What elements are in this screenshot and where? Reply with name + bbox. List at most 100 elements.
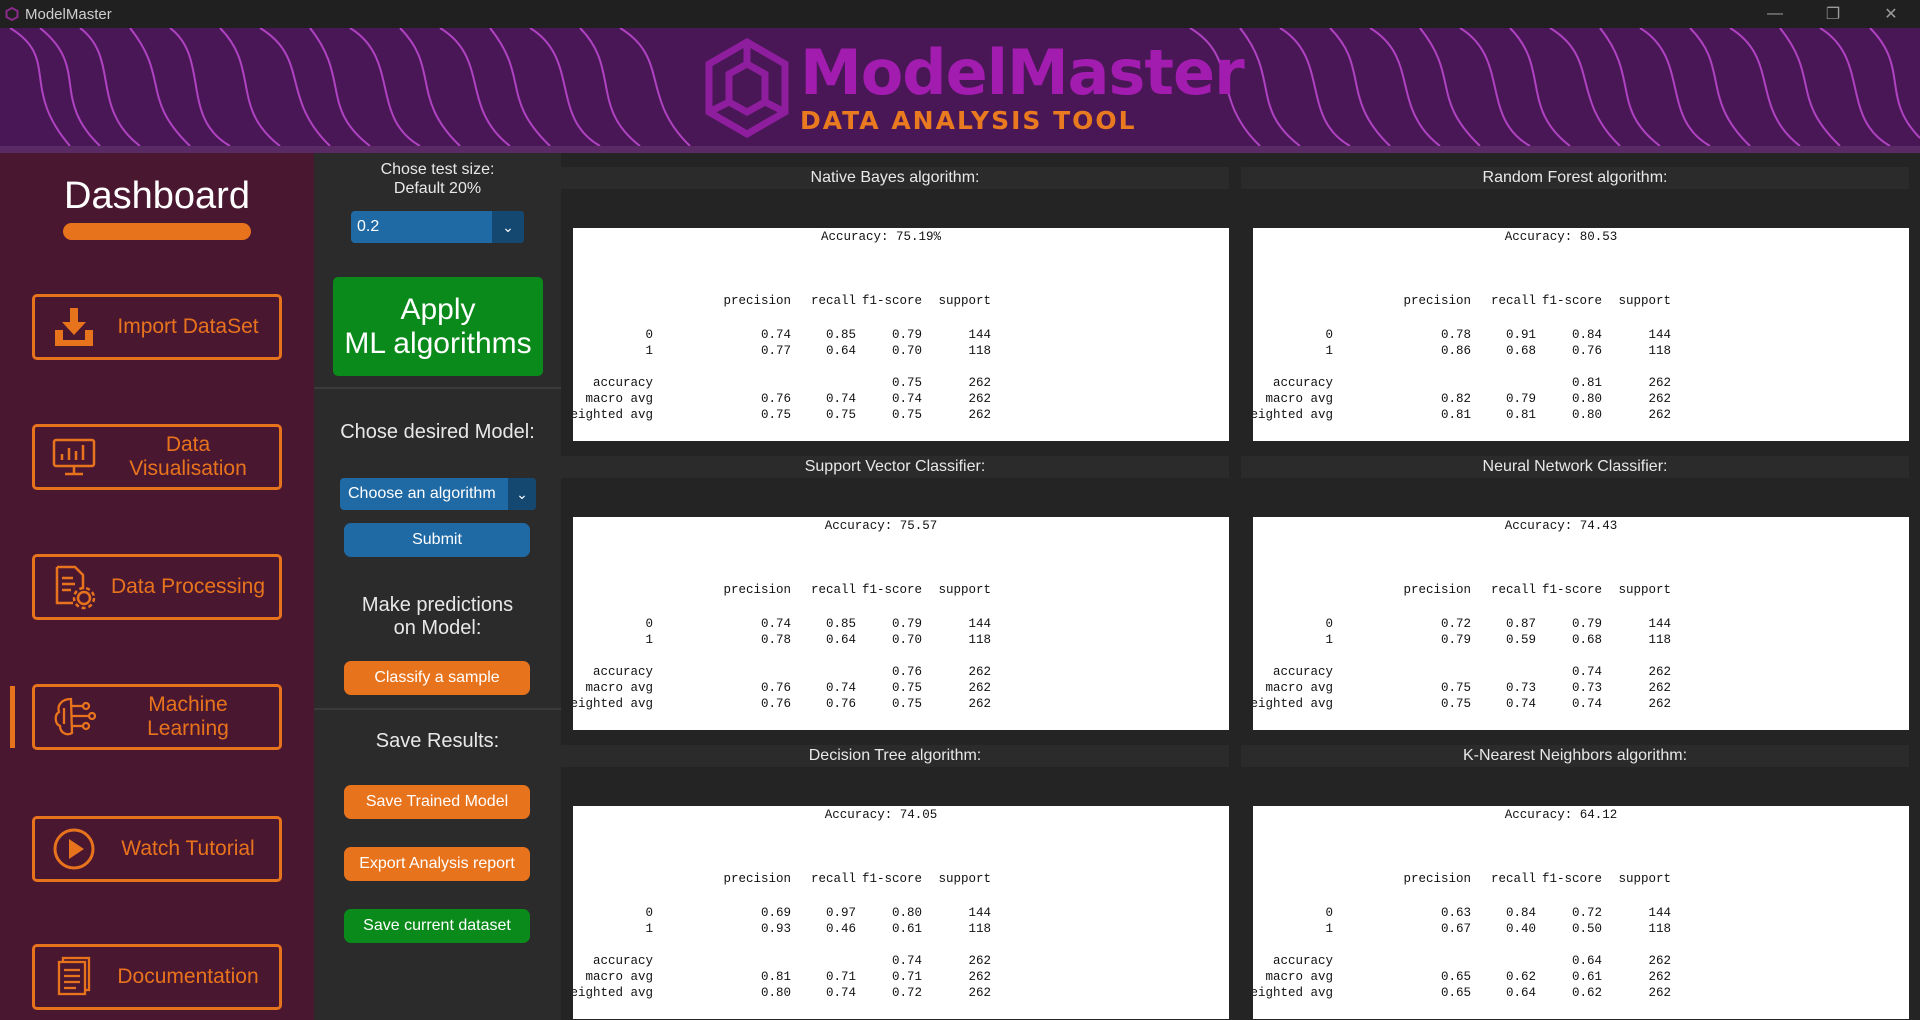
- report-cell: 144: [1648, 906, 1671, 920]
- nav-documentation[interactable]: Documentation: [32, 944, 282, 1010]
- report-cell: 0.81: [1440, 408, 1471, 422]
- export-report-button[interactable]: Export Analysis report: [344, 847, 530, 881]
- panel-title: Neural Network Classifier:: [1241, 456, 1909, 478]
- report-row-label: 1: [645, 633, 653, 647]
- app-logo-icon: [5, 7, 19, 21]
- submit-button[interactable]: Submit: [344, 523, 530, 557]
- chevron-down-icon[interactable]: ⌄: [508, 478, 536, 510]
- logo-hexagon-icon: [705, 37, 789, 139]
- report-header: f1-score: [861, 294, 922, 308]
- accuracy-text: Accuracy: 75.19%: [820, 230, 942, 244]
- apply-label-2: ML algorithms: [344, 326, 532, 360]
- dashboard-title: Dashboard: [64, 175, 250, 217]
- report-cell: 0.78: [760, 633, 791, 647]
- apply-ml-button[interactable]: Apply ML algorithms: [333, 277, 543, 376]
- report-cell: 262: [1648, 954, 1671, 968]
- report-header: precision: [723, 583, 791, 597]
- report-cell: 0.64: [1505, 986, 1536, 1000]
- result-panel: Native Bayes algorithm: Accuracy: 75.19% p…: [561, 153, 1229, 441]
- apply-label: Apply: [400, 292, 476, 326]
- report-cell: 262: [1648, 697, 1671, 711]
- save-dataset-button[interactable]: Save current dataset: [344, 909, 530, 943]
- close-button[interactable]: ✕: [1862, 0, 1920, 28]
- report-row-label: macro avg: [585, 392, 653, 406]
- nav-import-dataset[interactable]: Import DataSet: [32, 294, 282, 360]
- report-cell: 0.81: [1505, 408, 1536, 422]
- report-cell: 0.74: [760, 617, 791, 631]
- chevron-down-icon[interactable]: ⌄: [492, 211, 524, 243]
- report-row-label: weighted avg: [1253, 408, 1333, 422]
- classification-report: Accuracy: 64.12 precision recall f1-score su…: [1253, 806, 1909, 1019]
- report-cell: 0.87: [1505, 617, 1536, 631]
- banner-divider: [0, 146, 1920, 153]
- report-cell: 118: [968, 922, 991, 936]
- report-cell: 262: [968, 697, 991, 711]
- report-header: precision: [1403, 583, 1471, 597]
- report-cell: 0.71: [891, 970, 922, 984]
- nav-label: Machine Learning: [147, 693, 229, 740]
- report-cell: 0.80: [1571, 408, 1602, 422]
- result-panel: Neural Network Classifier: Accuracy: 74.4…: [1241, 442, 1909, 730]
- report-cell: 0.74: [1571, 697, 1602, 711]
- report-cell: 0.64: [825, 633, 856, 647]
- panel-title: K-Nearest Neighbors algorithm:: [1241, 745, 1909, 767]
- report-row-label: weighted avg: [1253, 986, 1333, 1000]
- minimize-button[interactable]: —: [1746, 0, 1804, 28]
- report-cell: 0.76: [825, 697, 856, 711]
- report-cell: 0.91: [1505, 328, 1536, 342]
- report-cell: 0.63: [1440, 906, 1471, 920]
- header-banner: ModelMaster DATA ANALYSIS TOOL: [0, 28, 1920, 146]
- report-cell: 0.74: [891, 392, 922, 406]
- report-cell: 0.73: [1505, 681, 1536, 695]
- chart-monitor-icon: [49, 434, 99, 480]
- report-row-label: 1: [645, 922, 653, 936]
- report-cell: 0.64: [1571, 954, 1602, 968]
- result-panel: Support Vector Classifier: Accuracy: 75.5…: [561, 442, 1229, 730]
- test-size-select[interactable]: 0.2 ⌄: [351, 211, 524, 243]
- panel-title: Native Bayes algorithm:: [561, 167, 1229, 189]
- report-cell: 118: [968, 344, 991, 358]
- nav-machine-learning[interactable]: Machine Learning: [32, 684, 282, 750]
- report-cell: 0.82: [1440, 392, 1471, 406]
- report-cell: 0.75: [891, 697, 922, 711]
- save-trained-model-button[interactable]: Save Trained Model: [344, 785, 530, 819]
- report-cell: 118: [1648, 922, 1671, 936]
- model-select[interactable]: Choose an algorithm ⌄: [340, 478, 536, 510]
- report-cell: 0.74: [891, 954, 922, 968]
- report-cell: 144: [968, 617, 991, 631]
- maximize-button[interactable]: ❐: [1804, 0, 1862, 28]
- report-cell: 144: [1648, 328, 1671, 342]
- nav-data-processing[interactable]: Data Processing: [32, 554, 282, 620]
- report-cell: 0.79: [1505, 392, 1536, 406]
- report-cell: 0.70: [891, 633, 922, 647]
- accuracy-text: Accuracy: 74.05: [824, 808, 938, 822]
- test-size-default-label: Default 20%: [393, 180, 482, 197]
- report-cell: 0.46: [825, 922, 856, 936]
- report-cell: 0.59: [1505, 633, 1536, 647]
- report-cell: 0.93: [760, 922, 791, 936]
- report-header: support: [1618, 872, 1671, 886]
- model-label: Chose desired Model:: [340, 421, 535, 443]
- report-header: f1-score: [861, 583, 922, 597]
- report-row-label: weighted avg: [573, 986, 653, 1000]
- report-cell: 0.74: [1571, 665, 1602, 679]
- report-cell: 0.75: [891, 408, 922, 422]
- report-cell: 262: [968, 392, 991, 406]
- nav-label: Data Visualisation: [129, 433, 247, 480]
- report-cell: 262: [1648, 970, 1671, 984]
- report-cell: 0.62: [1571, 986, 1602, 1000]
- play-icon: [49, 826, 99, 872]
- report-row-label: 0: [645, 328, 653, 342]
- report-cell: 0.65: [1440, 970, 1471, 984]
- accuracy-text: Accuracy: 74.43: [1504, 519, 1618, 533]
- report-header: recall: [810, 872, 856, 886]
- report-row-label: 0: [1325, 328, 1333, 342]
- classify-sample-button[interactable]: Classify a sample: [344, 661, 530, 695]
- predict-label: Make predictions: [361, 594, 514, 616]
- report-row-label: 0: [645, 617, 653, 631]
- report-cell: 262: [968, 681, 991, 695]
- nav-data-visualisation[interactable]: Data Visualisation: [32, 424, 282, 490]
- active-nav-indicator: [10, 686, 15, 748]
- nav-watch-tutorial[interactable]: Watch Tutorial: [32, 816, 282, 882]
- divider: [314, 387, 561, 389]
